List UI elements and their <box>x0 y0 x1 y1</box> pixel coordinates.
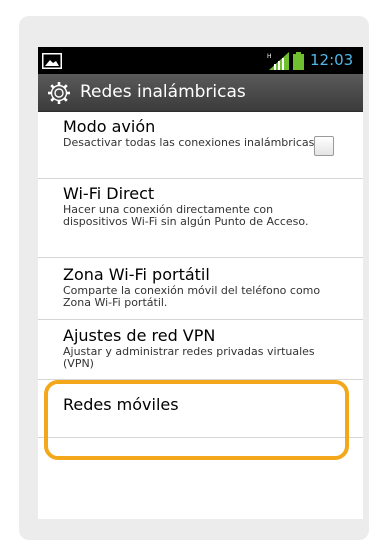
setting-description: Hacer una conexión directamente con disp… <box>63 203 309 228</box>
setting-description: Desactivar todas las conexiones inalámbr… <box>63 136 315 149</box>
setting-vpn[interactable]: Ajustes de red VPN Ajustar y administrar… <box>38 320 363 380</box>
setting-title: Wi-Fi Direct <box>63 184 155 203</box>
title-bar: Redes inalámbricas <box>38 74 363 112</box>
setting-title: Redes móviles <box>63 395 179 414</box>
setting-wifi-direct[interactable]: Wi-Fi Direct Hacer una conexión directam… <box>38 179 363 258</box>
settings-list: Modo avión Desactivar todas las conexion… <box>38 112 363 438</box>
gallery-icon <box>42 53 62 69</box>
status-bar: H 12:03 <box>38 47 363 74</box>
setting-mobile-networks[interactable]: Redes móviles <box>38 380 363 438</box>
airplane-mode-checkbox[interactable] <box>314 136 334 156</box>
battery-icon <box>293 52 304 70</box>
phone-screen: H 12:03 Redes inalámbricas Modo avión De… <box>38 47 363 519</box>
setting-wifi-hotspot[interactable]: Zona Wi-Fi portátil Comparte la conexión… <box>38 258 363 320</box>
setting-description: Comparte la conexión móvil del teléfono … <box>63 284 321 309</box>
setting-title: Ajustes de red VPN <box>63 326 216 345</box>
gear-icon <box>48 82 70 104</box>
svg-text:H: H <box>267 53 272 60</box>
clock: 12:03 <box>310 51 354 69</box>
signal-icon: H <box>267 52 289 70</box>
setting-title: Modo avión <box>63 117 156 136</box>
setting-title: Zona Wi-Fi portátil <box>63 265 210 284</box>
setting-airplane-mode[interactable]: Modo avión Desactivar todas las conexion… <box>38 112 363 179</box>
setting-description: Ajustar y administrar redes privadas vir… <box>63 345 315 370</box>
page-title: Redes inalámbricas <box>80 82 246 102</box>
